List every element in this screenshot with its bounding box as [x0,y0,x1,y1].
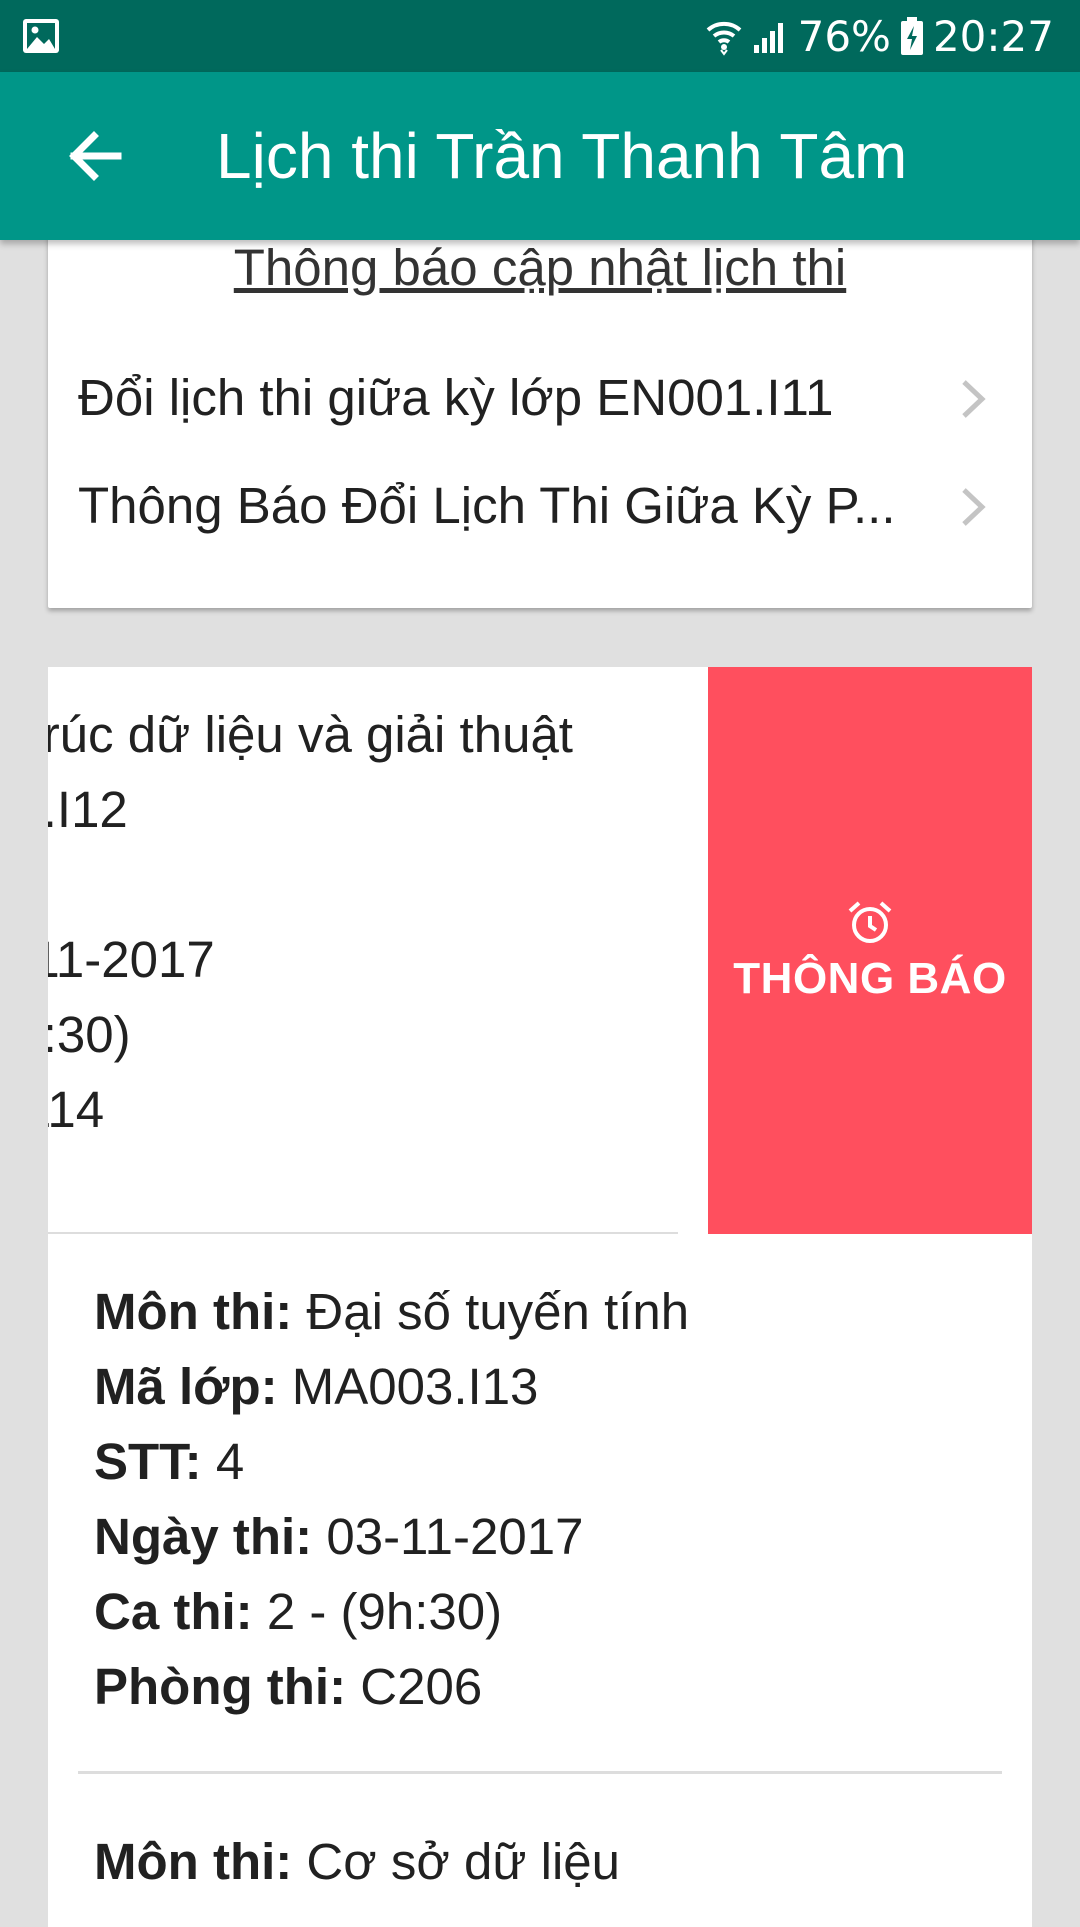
notice-item[interactable]: Đổi lịch thi giữa kỳ lớp EN001.I11 [78,348,998,448]
battery-percent: 76% [797,11,891,61]
page-title: Lịch thi Trần Thanh Tâm [216,120,908,192]
clock: 20:27 [932,11,1054,61]
field-label: Mã lớp: [94,1358,278,1415]
arrow-left-icon [69,131,122,181]
field-value: MA003.I13 [277,1358,539,1415]
notify-button[interactable]: THÔNG BÁO [708,667,1032,1234]
exam-list[interactable]: u trúc dữ liệu và giải thuật 03.I12 2-11… [48,667,1032,1927]
exam-row-swiped[interactable]: u trúc dữ liệu và giải thuật 03.I12 2-11… [48,667,1032,1234]
field-value: C206 [346,1658,483,1715]
notice-title[interactable]: Thông báo cập nhật lịch thi [48,238,1032,297]
field-label: Phòng thi: [94,1658,347,1715]
swiped-line: 2-11-2017 [48,931,215,988]
swiped-line: C114 [48,1081,105,1138]
swiped-line: 03.I12 [48,781,128,838]
chevron-right-icon [962,380,986,418]
field-label: STT: [94,1433,202,1490]
notice-item-label: Đổi lịch thi giữa kỳ lớp EN001.I11 [78,369,834,426]
app-bar: Lịch thi Trần Thanh Tâm [0,72,1080,240]
back-button[interactable] [52,114,136,198]
notice-item-label: Thông Báo Đổi Lịch Thi Giữa Kỳ P... [78,477,896,534]
signal-icon [753,23,783,53]
exam-shift: Ca thi: 2 - (9h:30) [94,1574,502,1649]
field-label: Môn thi: [94,1283,293,1340]
exam-row[interactable]: Môn thi: Đại số tuyến tính Mã lớp: MA003… [48,1234,1032,1774]
status-bar: 76% 20:27 [0,0,1080,72]
notice-item[interactable]: Thông Báo Đổi Lịch Thi Giữa Kỳ P... [78,456,998,556]
swiped-line: 5h:30) [48,1006,131,1063]
notice-card: Thông báo cập nhật lịch thi Đổi lịch thi… [48,208,1032,608]
exam-date: Ngày thi: 03-11-2017 [94,1499,583,1574]
swiped-line: u trúc dữ liệu và giải thuật [48,706,573,763]
exam-room: Phòng thi: C206 [94,1649,482,1724]
field-value: 2 - (9h:30) [252,1583,503,1640]
notify-button-label: THÔNG BÁO [733,953,1007,1003]
chevron-right-icon [962,488,986,526]
exam-subject: Môn thi: Đại số tuyến tính [94,1274,689,1349]
field-value: Đại số tuyến tính [292,1283,690,1340]
field-label: Ngày thi: [94,1508,313,1565]
field-value: Cơ sở dữ liệu [292,1833,621,1890]
battery-charging-icon [900,17,923,55]
alarm-clock-icon [848,901,892,943]
exam-row[interactable]: Môn thi: Cơ sở dữ liệu [48,1774,1032,1927]
exam-number: STT: 4 [94,1424,244,1499]
field-label: Môn thi: [94,1833,293,1890]
exam-subject: Môn thi: Cơ sở dữ liệu [94,1824,620,1899]
exam-class-code: Mã lớp: MA003.I13 [94,1349,538,1424]
wifi-icon [706,21,741,56]
gallery-icon [23,19,59,53]
field-value: 4 [201,1433,245,1490]
field-label: Ca thi: [94,1583,253,1640]
field-value: 03-11-2017 [312,1508,584,1565]
